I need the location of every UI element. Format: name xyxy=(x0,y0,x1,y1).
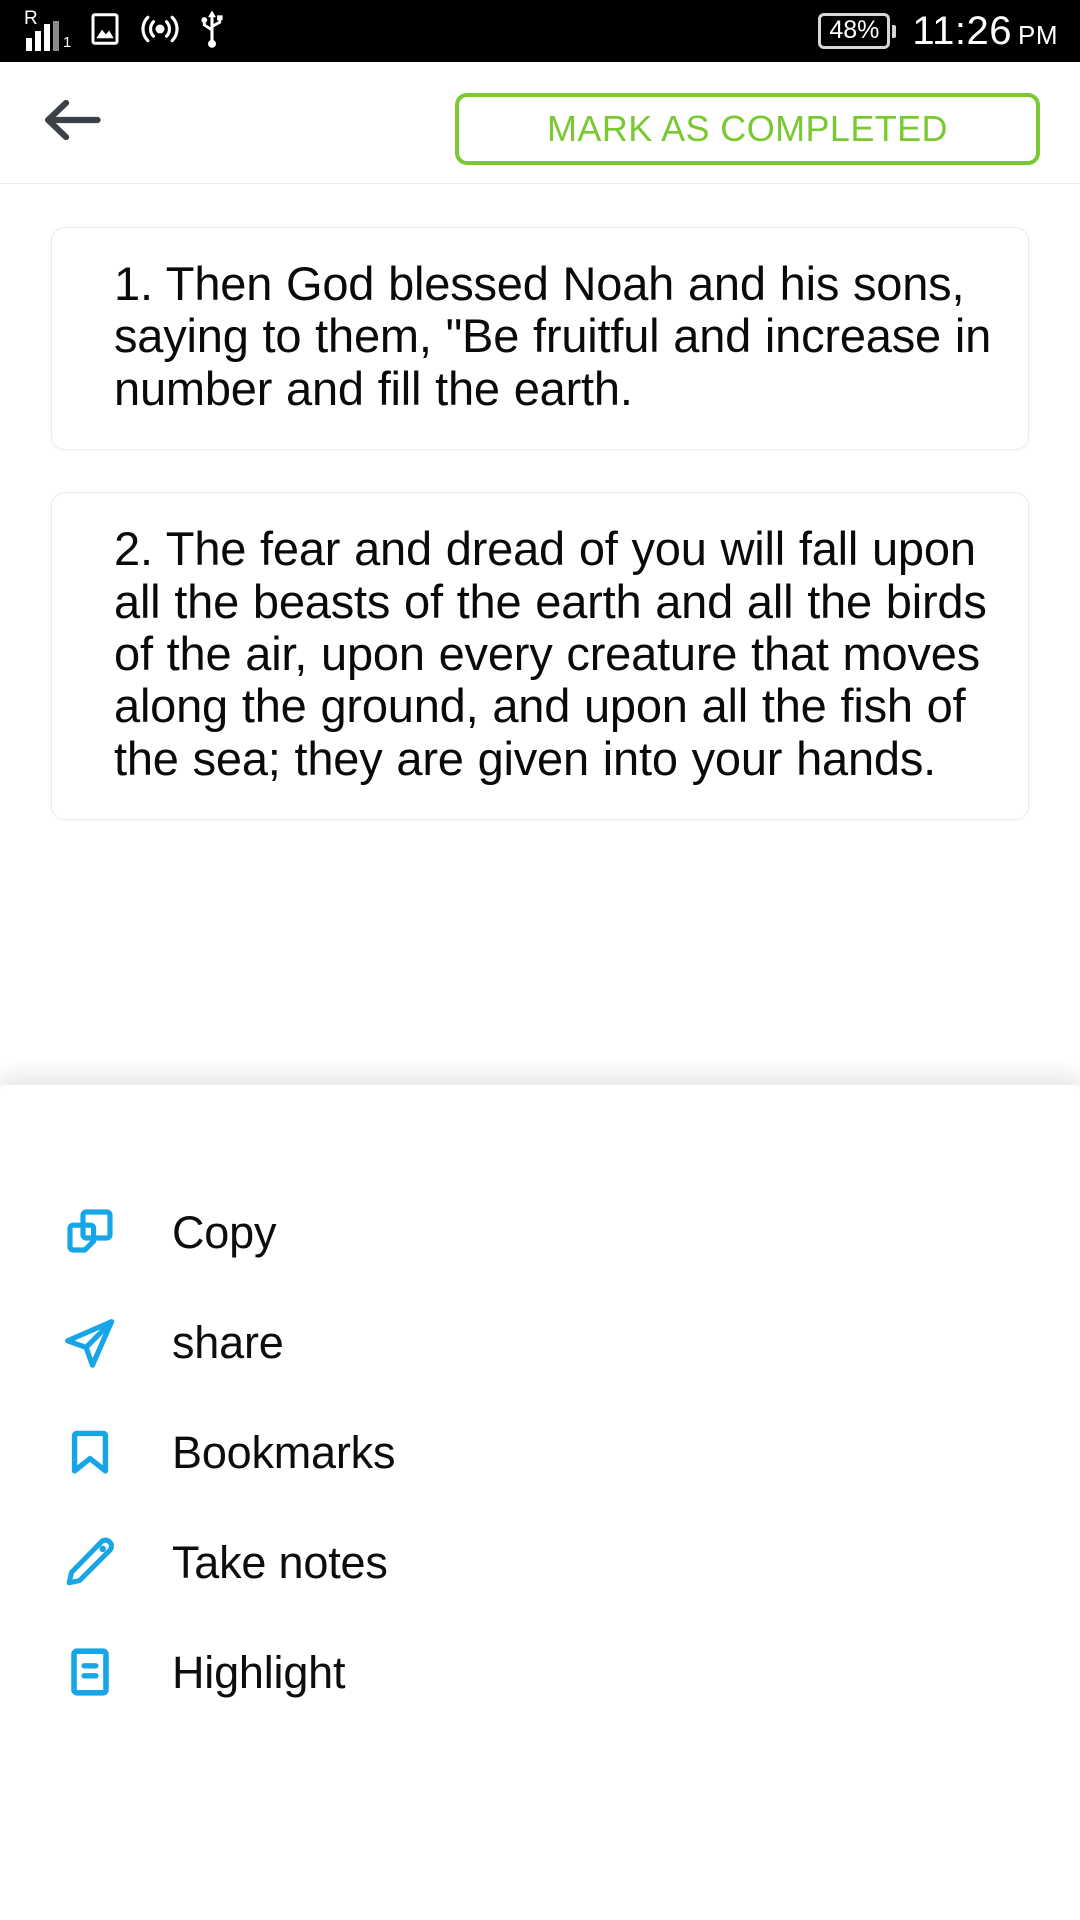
sheet-item-copy[interactable]: Copy xyxy=(0,1177,1080,1287)
clock-ampm: PM xyxy=(1018,20,1058,50)
sheet-item-take-notes[interactable]: Take notes xyxy=(0,1507,1080,1617)
roaming-indicator-label: R xyxy=(24,8,38,29)
app-screen: R 1 48% 11:26 PM MARK AS COMPLETED 1. Th… xyxy=(0,0,1080,1920)
mark-as-completed-button[interactable]: MARK AS COMPLETED xyxy=(455,93,1040,165)
verse-text: 2. The fear and dread of you will fall u… xyxy=(114,522,987,785)
sheet-item-label: share xyxy=(172,1316,284,1368)
sheet-item-bookmarks[interactable]: Bookmarks xyxy=(0,1397,1080,1507)
battery-icon: 48% xyxy=(818,13,897,49)
verse-card[interactable]: 2. The fear and dread of you will fall u… xyxy=(51,492,1029,821)
share-icon xyxy=(60,1312,120,1372)
bookmark-icon xyxy=(60,1422,120,1482)
hotspot-icon xyxy=(139,11,181,52)
pencil-icon xyxy=(60,1532,120,1592)
status-bar-left-icons: R 1 xyxy=(24,8,227,54)
clock-time: 11:26 xyxy=(912,9,1012,53)
mark-as-completed-label: MARK AS COMPLETED xyxy=(547,108,948,149)
app-bar: MARK AS COMPLETED xyxy=(0,62,1080,184)
sheet-item-label: Copy xyxy=(172,1206,277,1258)
sim-index-label: 1 xyxy=(63,34,72,51)
highlight-icon xyxy=(60,1642,120,1702)
status-bar-clock: 11:26 PM xyxy=(912,11,1058,51)
back-arrow-icon xyxy=(43,97,101,148)
battery-percent-label: 48% xyxy=(818,13,891,49)
sheet-item-highlight[interactable]: Highlight xyxy=(0,1617,1080,1727)
status-bar-right: 48% 11:26 PM xyxy=(818,11,1058,51)
sheet-item-label: Bookmarks xyxy=(172,1426,396,1478)
back-button[interactable] xyxy=(34,85,110,161)
signal-bars-icon: R 1 xyxy=(24,8,72,51)
sheet-item-share[interactable]: share xyxy=(0,1287,1080,1397)
status-bar: R 1 48% 11:26 PM xyxy=(0,0,1080,62)
battery-tip xyxy=(892,24,897,38)
action-bottom-sheet: Copy share Bookmarks Take notes Highligh… xyxy=(0,1085,1080,1920)
verse-card[interactable]: 1. Then God blessed Noah and his sons, s… xyxy=(51,227,1029,451)
copy-icon xyxy=(60,1202,120,1262)
verse-text: 1. Then God blessed Noah and his sons, s… xyxy=(114,257,992,415)
sheet-item-label: Highlight xyxy=(172,1646,346,1698)
usb-icon xyxy=(197,9,227,54)
sheet-item-label: Take notes xyxy=(172,1536,388,1588)
gallery-image-icon xyxy=(87,11,123,52)
